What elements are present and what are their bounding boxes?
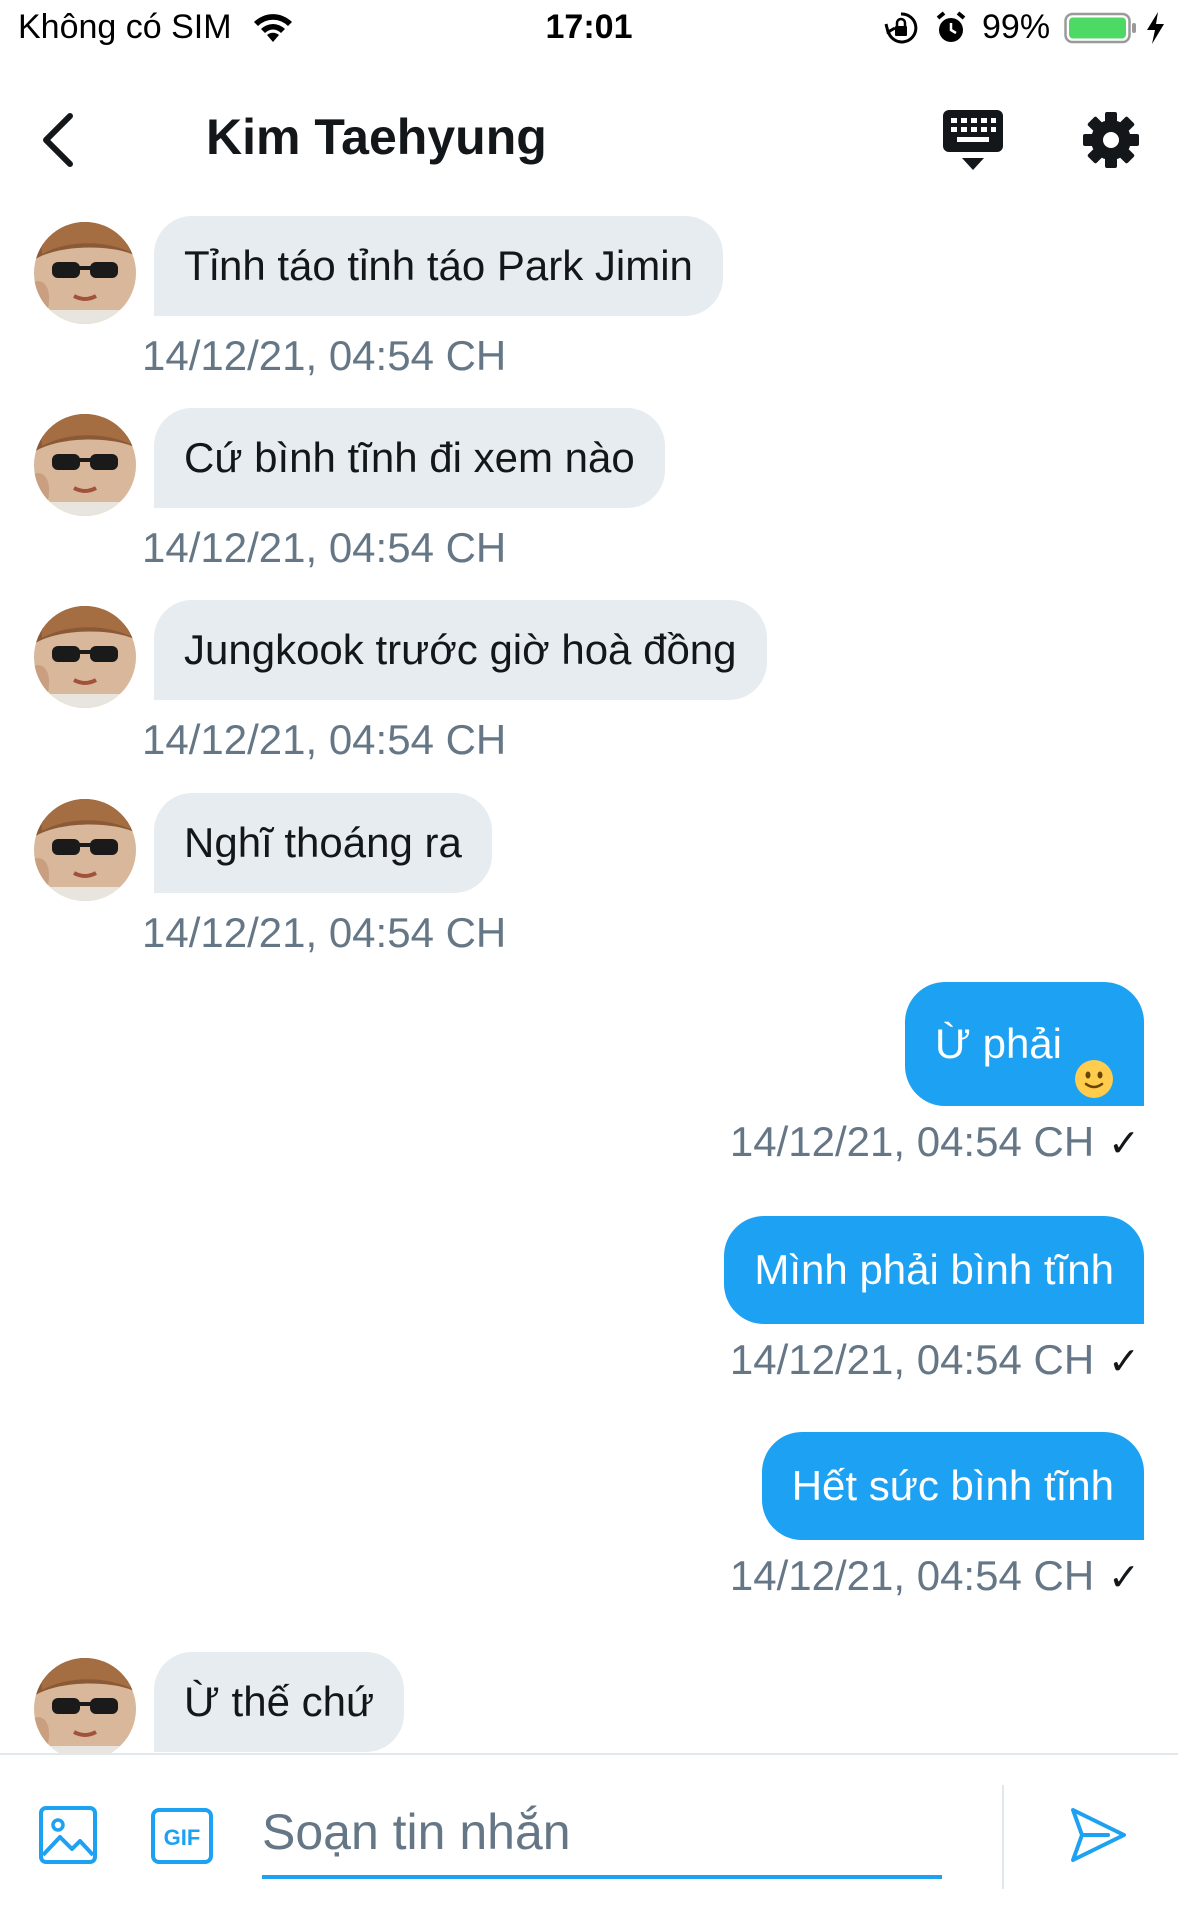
avatar[interactable] [34, 606, 136, 708]
avatar-image [34, 606, 136, 708]
avatar[interactable] [34, 799, 136, 901]
message-input[interactable] [262, 1789, 942, 1879]
incoming-message: Nghĩ thoáng ra 14/12/21, 04:54 CH [0, 793, 1178, 956]
alarm-icon [934, 10, 968, 46]
gif-icon: GIF [151, 1808, 213, 1864]
gear-icon [1083, 112, 1139, 168]
keyboard-toggle-button[interactable] [940, 104, 1006, 176]
outgoing-message: Mình phải bình tĩnh 14/12/21, 04:54 CH ✓ [0, 1216, 1178, 1396]
sent-check-icon: ✓ [1108, 1123, 1140, 1165]
message-bubble[interactable]: Jungkook trước giờ hoà đồng [154, 600, 767, 700]
avatar-image [34, 414, 136, 516]
composer-divider [1002, 1785, 1004, 1889]
incoming-message: Jungkook trước giờ hoà đồng 14/12/21, 04… [0, 600, 1178, 763]
incoming-message: Ừ thế chứ [0, 1652, 1178, 1753]
chat-header: Kim Taehyung [0, 60, 1178, 210]
message-composer: GIF [0, 1753, 1178, 1920]
message-timestamp: 14/12/21, 04:54 CH [142, 524, 507, 571]
message-timestamp: 14/12/21, 04:54 CH [142, 332, 507, 379]
send-icon [1071, 1808, 1126, 1862]
keyboard-icon [943, 110, 1003, 170]
carrier-label: Không có SIM [18, 8, 232, 46]
image-icon [39, 1806, 97, 1864]
message-timestamp: 14/12/21, 04:54 CH ✓ [730, 1336, 1140, 1384]
timestamp-text: 14/12/21, 04:54 CH [729, 1118, 1095, 1165]
message-bubble[interactable]: Hết sức bình tĩnh [761, 1432, 1144, 1540]
send-button[interactable] [1068, 1805, 1128, 1865]
avatar[interactable] [34, 1658, 136, 1753]
incoming-message: Tỉnh táo tỉnh táo Park Jimin 14/12/21, 0… [0, 216, 1178, 379]
avatar[interactable] [34, 222, 136, 324]
back-button[interactable] [30, 100, 100, 180]
message-list[interactable]: Tỉnh táo tỉnh táo Park Jimin 14/12/21, 0… [0, 210, 1178, 1753]
outgoing-message: Ừ phải 14/12/21, 04:54 CH ✓ [0, 982, 1178, 1182]
rotation-lock-icon [884, 10, 918, 46]
settings-button[interactable] [1080, 104, 1142, 176]
message-bubble[interactable]: Ừ phải [905, 982, 1144, 1106]
message-timestamp: 14/12/21, 04:54 CH [142, 716, 507, 763]
outgoing-message: Hết sức bình tĩnh 14/12/21, 04:54 CH ✓ [0, 1432, 1178, 1612]
slightly-smiling-face-icon [1074, 1023, 1114, 1098]
message-bubble[interactable]: Cứ bình tĩnh đi xem nào [154, 408, 665, 508]
avatar[interactable] [34, 414, 136, 516]
message-bubble[interactable]: Nghĩ thoáng ra [154, 793, 492, 893]
message-bubble[interactable]: Tỉnh táo tỉnh táo Park Jimin [154, 216, 723, 316]
message-bubble[interactable]: Ừ thế chứ [154, 1652, 405, 1752]
add-gif-button[interactable]: GIF [150, 1807, 214, 1865]
message-text: Ừ phải [935, 1020, 1062, 1067]
message-bubble[interactable]: Mình phải bình tĩnh [724, 1216, 1144, 1324]
wifi-icon [250, 10, 296, 46]
message-timestamp: 14/12/21, 04:54 CH [142, 909, 507, 956]
battery-icon [1064, 12, 1138, 44]
sent-check-icon: ✓ [1108, 1341, 1140, 1383]
add-photo-button[interactable] [38, 1805, 98, 1865]
timestamp-text: 14/12/21, 04:54 CH [729, 1336, 1095, 1383]
status-bar: Không có SIM 17:01 99% [0, 0, 1178, 60]
sent-check-icon: ✓ [1108, 1557, 1140, 1599]
chevron-left-icon [43, 113, 73, 167]
timestamp-text: 14/12/21, 04:54 CH [729, 1552, 1095, 1599]
charging-icon [1144, 10, 1166, 46]
avatar-image [34, 1658, 136, 1753]
message-timestamp: 14/12/21, 04:54 CH ✓ [730, 1552, 1140, 1600]
gif-label: GIF [164, 1825, 201, 1850]
avatar-image [34, 222, 136, 324]
message-timestamp: 14/12/21, 04:54 CH ✓ [730, 1118, 1140, 1166]
avatar-image [34, 799, 136, 901]
conversation-title: Kim Taehyung [206, 109, 547, 165]
chat-screen: Không có SIM 17:01 99% Kim Taehyung Tỉnh… [0, 0, 1178, 1920]
battery-percent: 99% [982, 8, 1051, 46]
incoming-message: Cứ bình tĩnh đi xem nào 14/12/21, 04:54 … [0, 408, 1178, 571]
